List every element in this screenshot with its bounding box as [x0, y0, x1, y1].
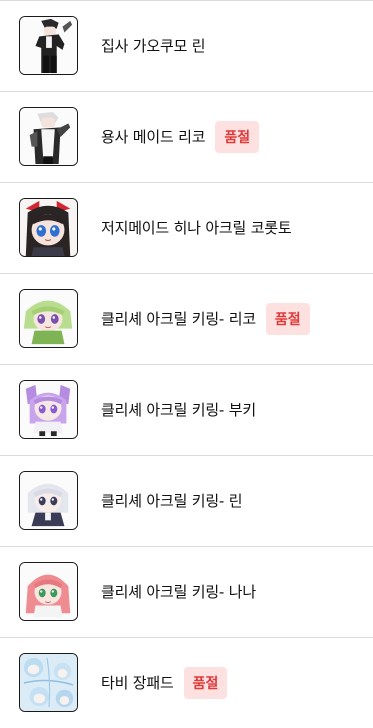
- soldout-badge: 품절: [183, 666, 228, 699]
- buki-keyring-icon[interactable]: [19, 380, 78, 439]
- product-title[interactable]: 클리셰 아크릴 키링- 나나: [101, 581, 256, 602]
- tabi-mousepad-icon[interactable]: [19, 653, 78, 712]
- product-row-rin-keyring[interactable]: 클리셰 아크릴 키링- 린: [0, 455, 373, 546]
- jersey-maid-hina-figure-icon[interactable]: [19, 198, 78, 257]
- product-list: 집사 가오쿠모 린 용사 메이드 리코 품절 저지메이드 히나 아크릴 코롯토 …: [0, 0, 373, 728]
- nana-keyring-icon[interactable]: [19, 562, 78, 621]
- product-info: 클리셰 아크릴 키링- 나나: [101, 547, 256, 636]
- product-title[interactable]: 용사 메이드 리코: [101, 126, 206, 147]
- rin-keyring-icon[interactable]: [19, 471, 78, 530]
- product-row-hero-maid-riko[interactable]: 용사 메이드 리코 품절: [0, 91, 373, 182]
- product-title[interactable]: 클리셰 아크릴 키링- 린: [101, 490, 243, 511]
- product-row-butler-rin[interactable]: 집사 가오쿠모 린: [0, 0, 373, 91]
- product-info: 클리셰 아크릴 키링- 리코 품절: [101, 274, 310, 363]
- product-row-jersey-maid-hina[interactable]: 저지메이드 히나 아크릴 코롯토: [0, 182, 373, 273]
- soldout-badge: 품절: [265, 302, 310, 335]
- product-info: 용사 메이드 리코 품절: [101, 92, 260, 181]
- product-row-riko-keyring[interactable]: 클리셰 아크릴 키링- 리코 품절: [0, 273, 373, 364]
- product-title[interactable]: 저지메이드 히나 아크릴 코롯토: [101, 217, 292, 238]
- riko-keyring-icon[interactable]: [19, 289, 78, 348]
- hero-maid-riko-figure-icon[interactable]: [19, 107, 78, 166]
- product-row-nana-keyring[interactable]: 클리셰 아크릴 키링- 나나: [0, 546, 373, 637]
- product-info: 집사 가오쿠모 린: [101, 1, 206, 90]
- product-row-buki-keyring[interactable]: 클리셰 아크릴 키링- 부키: [0, 364, 373, 455]
- product-info: 클리셰 아크릴 키링- 린: [101, 456, 243, 545]
- soldout-badge: 품절: [215, 120, 260, 153]
- product-info: 타비 장패드 품절: [101, 638, 228, 727]
- product-title[interactable]: 타비 장패드: [101, 672, 174, 693]
- product-title[interactable]: 집사 가오쿠모 린: [101, 35, 206, 56]
- product-title[interactable]: 클리셰 아크릴 키링- 리코: [101, 308, 256, 329]
- product-row-tabi-mousepad[interactable]: 타비 장패드 품절: [0, 637, 373, 728]
- butler-rin-figure-icon[interactable]: [19, 16, 78, 75]
- product-title[interactable]: 클리셰 아크릴 키링- 부키: [101, 399, 256, 420]
- product-info: 저지메이드 히나 아크릴 코롯토: [101, 183, 292, 272]
- product-info: 클리셰 아크릴 키링- 부키: [101, 365, 256, 454]
